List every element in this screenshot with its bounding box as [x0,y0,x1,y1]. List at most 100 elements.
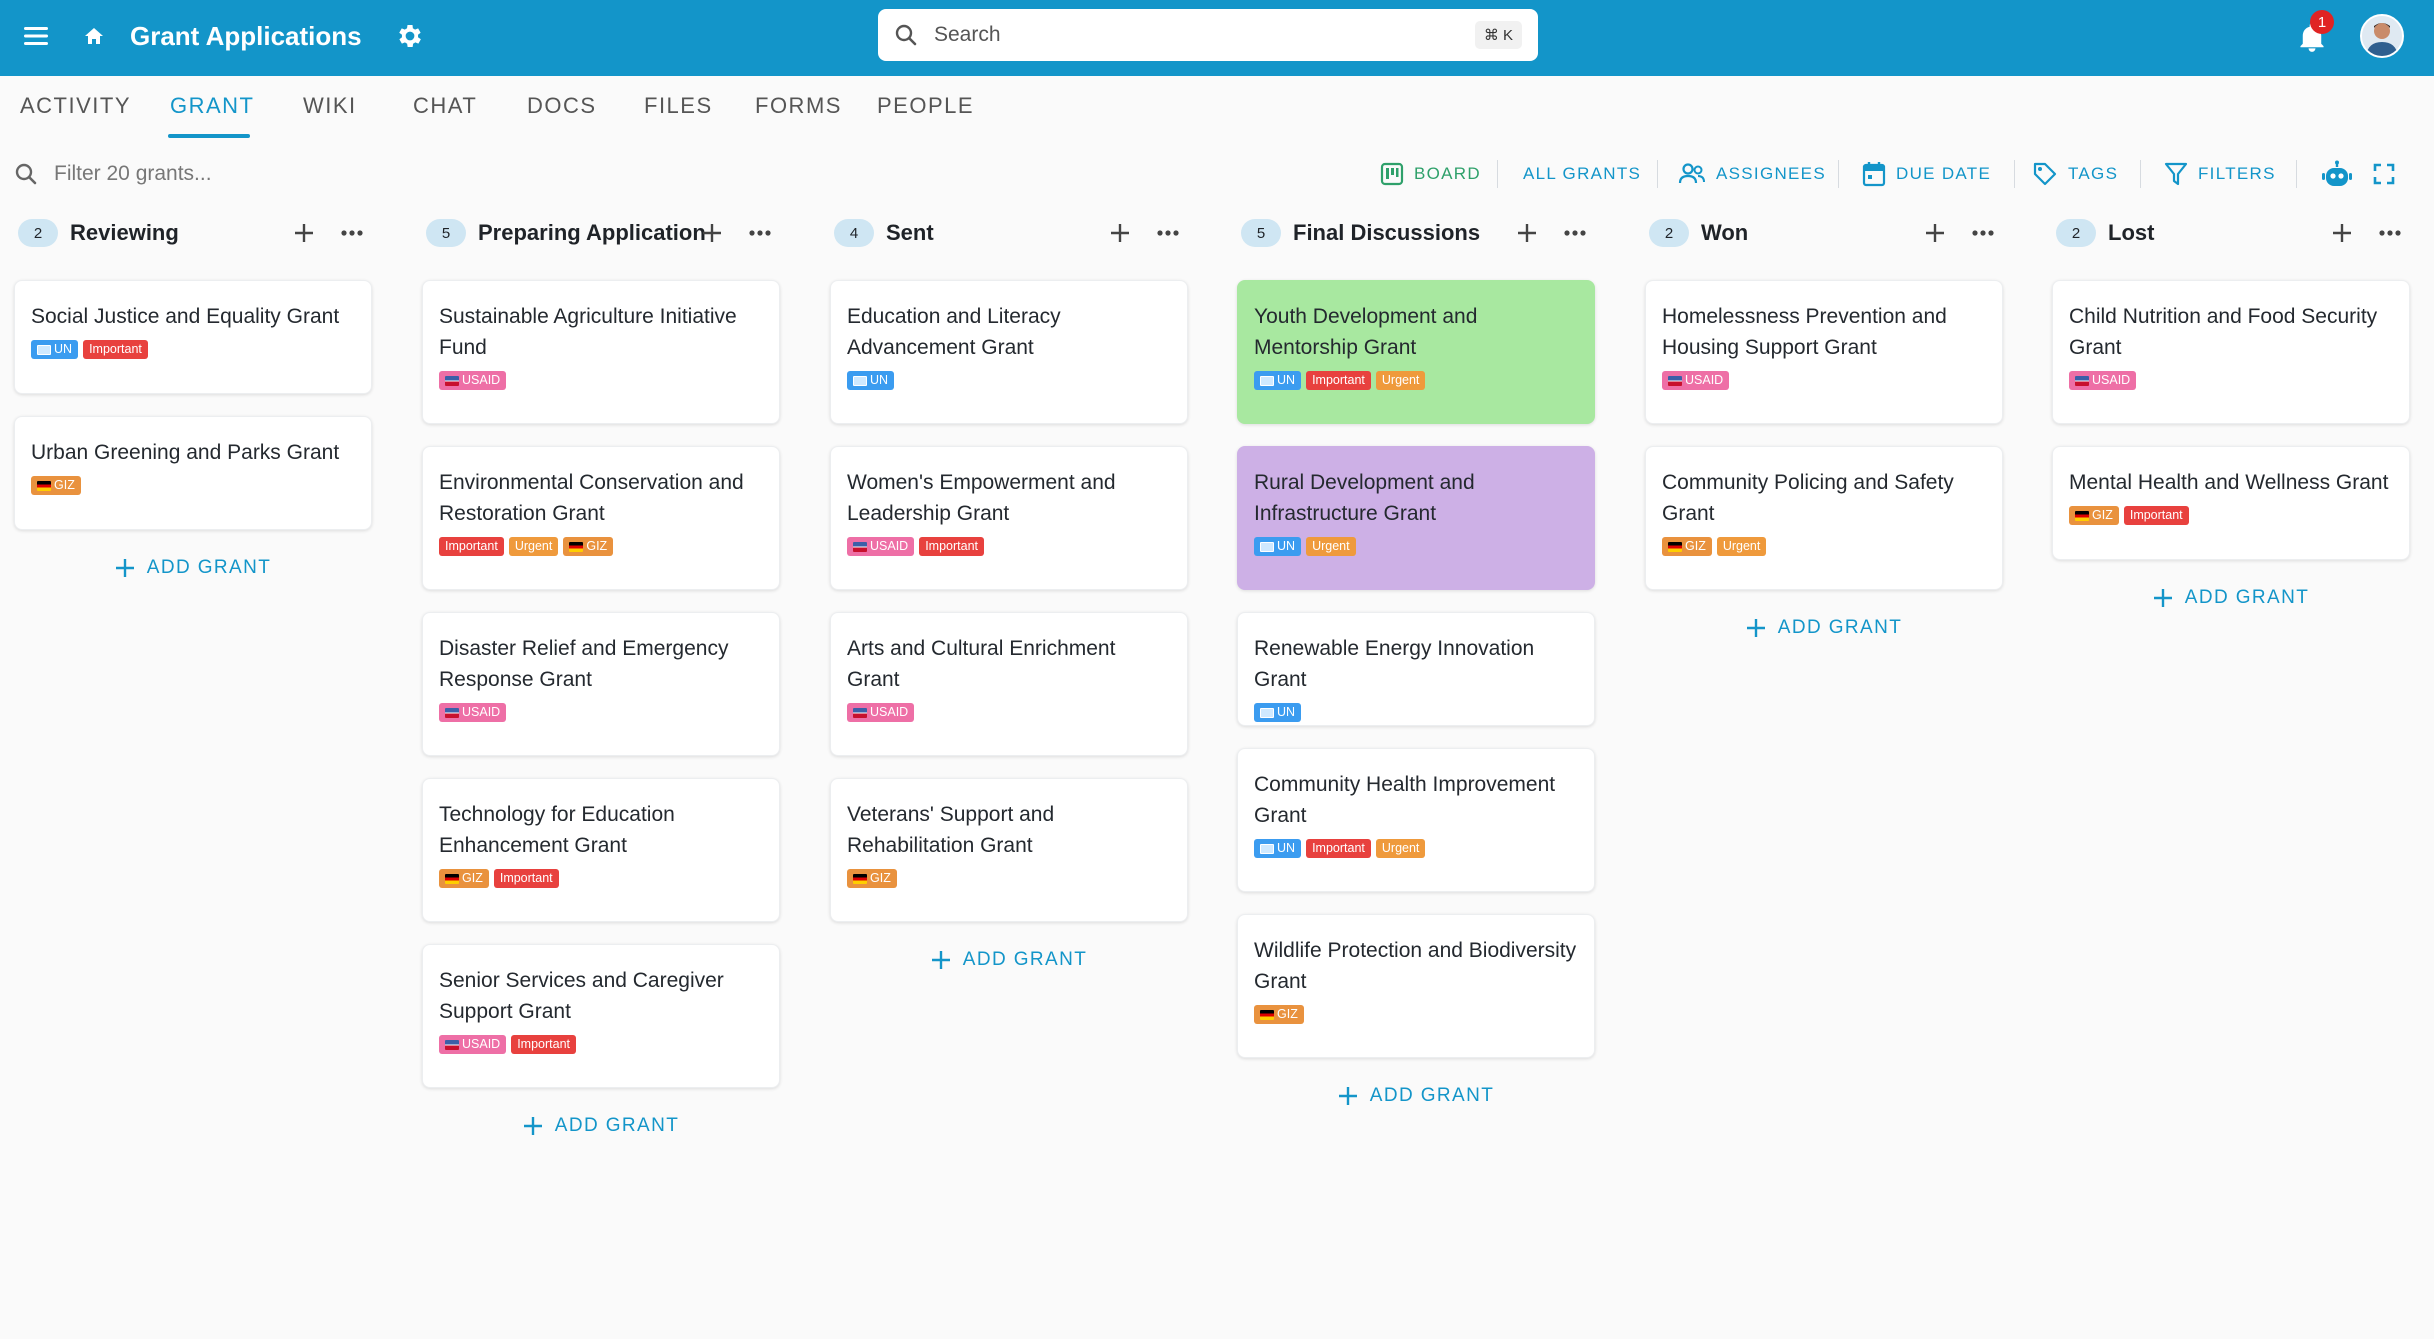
grant-card[interactable]: Arts and Cultural Enrichment Grant USAID [830,612,1188,756]
column-options-button[interactable] [1559,217,1591,249]
grant-card[interactable]: Child Nutrition and Food Security Grant U… [2052,280,2410,424]
grant-card-title: Rural Development and Infrastructure Gra… [1254,471,1475,525]
filter-icon [2164,162,2188,186]
home-button[interactable] [74,16,114,56]
menu-button[interactable] [16,16,56,56]
usaid-flag-icon [445,707,459,718]
tag-badge: USAID [847,703,915,722]
grant-card-title: Wildlife Protection and Biodiversity Gra… [1254,939,1577,993]
notification-count-badge: 1 [2310,10,2334,34]
column-header: 4 Sent [830,212,1188,254]
add-card-button[interactable] [2326,217,2358,249]
tab-grant[interactable]: GRANT [170,76,255,136]
assignees-button[interactable]: ASSIGNEES [1678,156,1826,192]
search-input[interactable] [932,22,1475,48]
grant-card[interactable]: Community Policing and Safety Grant GIZ Ur… [1645,446,2003,590]
grant-filter[interactable] [14,156,414,192]
board-view-button[interactable]: BOARD [1380,156,1481,192]
automation-bot-button[interactable] [2321,156,2353,192]
usaid-flag-icon [853,541,867,552]
tag-badge: UN [1254,839,1302,858]
add-grant-button[interactable]: ADD GRANT [14,548,372,588]
add-card-button[interactable] [288,217,320,249]
grant-card[interactable]: Urban Greening and Parks Grant GIZ [14,416,372,530]
user-avatar[interactable] [2360,14,2404,58]
grant-card[interactable]: Veterans' Support and Rehabilitation Gra… [830,778,1188,922]
column-options-button[interactable] [744,217,776,249]
tag-badge: Urgent [1306,537,1356,556]
grant-card[interactable]: Mental Health and Wellness Grant GIZ Impor… [2052,446,2410,560]
grant-card[interactable]: Senior Services and Caregiver Support Gr… [422,944,780,1088]
grant-card[interactable]: Education and Literacy Advancement Grant… [830,280,1188,424]
add-grant-label: ADD GRANT [554,1115,680,1136]
toolbar-divider [1497,160,1498,188]
grant-card[interactable]: Rural Development and Infrastructure Gra… [1237,446,1595,590]
tag-badge: Important [493,869,559,888]
add-card-button[interactable] [1511,217,1543,249]
tag-label: USAID [870,705,909,719]
add-grant-button[interactable]: ADD GRANT [1237,1076,1595,1116]
grant-card[interactable]: Homelessness Prevention and Housing Supp… [1645,280,2003,424]
un-flag-icon [1260,707,1274,718]
column-title: Preparing Application [478,220,706,245]
add-grant-button[interactable]: ADD GRANT [830,940,1188,980]
grant-card-tags: UN Important Urgent [1254,839,1578,858]
grant-card[interactable]: Renewable Energy Innovation Grant UN [1237,612,1595,726]
tab-chat[interactable]: CHAT [413,76,477,136]
settings-button[interactable] [390,16,430,56]
add-grant-button[interactable]: ADD GRANT [2052,578,2410,618]
tab-forms[interactable]: FORMS [755,76,842,136]
column-options-button[interactable] [1967,217,1999,249]
un-flag-icon [1260,541,1274,552]
global-search[interactable]: ⌘ K [878,9,1538,61]
tag-label: USAID [1685,373,1724,387]
grant-card-tags: GIZ Important [2069,506,2393,525]
grant-card[interactable]: Disaster Relief and Emergency Response G… [422,612,780,756]
grant-card[interactable]: Technology for Education Enhancement Gra… [422,778,780,922]
board-toolbar: BOARD ALL GRANTS ASSIGNEES DUE DATE TAGS [0,142,2434,204]
card-list: Youth Development and Mentorship Grant UN… [1237,280,1595,1058]
column-options-button[interactable] [336,217,368,249]
filter-input[interactable] [52,161,396,187]
tab-files[interactable]: FILES [644,76,713,136]
column-count-badge: 2 [1649,219,1689,247]
tag-label: USAID [462,1037,501,1051]
tab-wiki[interactable]: WIKI [303,76,357,136]
tags-button[interactable]: TAGS [2032,156,2118,192]
plus-icon [1518,224,1536,242]
fullscreen-button[interactable] [2372,156,2396,192]
grant-card-title: Social Justice and Equality Grant [31,305,340,328]
add-card-button[interactable] [1104,217,1136,249]
tag-label: UN [1277,841,1296,855]
grant-card[interactable]: Women's Empowerment and Leadership Grant… [830,446,1188,590]
tag-badge: GIZ [439,869,489,888]
grant-card[interactable]: Sustainable Agriculture Initiative Fund U… [422,280,780,424]
column-options-button[interactable] [1152,217,1184,249]
column-options-button[interactable] [2374,217,2406,249]
all-grants-button[interactable]: ALL GRANTS [1523,156,1641,192]
grant-card-title: Technology for Education Enhancement Gra… [439,803,675,857]
board-column: 5 Preparing Application Sustainable Agricu… [422,212,780,1146]
add-card-button[interactable] [1919,217,1951,249]
tag-label: Important [2129,508,2183,522]
tag-badge: GIZ [1254,1005,1304,1024]
grant-card[interactable]: Community Health Improvement Grant UN Impo… [1237,748,1595,892]
tab-activity[interactable]: ACTIVITY [20,76,131,136]
add-grant-button[interactable]: ADD GRANT [1645,608,2003,648]
due-date-button[interactable]: DUE DATE [1862,156,1991,192]
grant-card[interactable]: Environmental Conservation and Restorati… [422,446,780,590]
grant-card-tags: GIZ Important [439,869,763,888]
tab-docs[interactable]: DOCS [527,76,597,136]
column-title: Won [1701,220,1749,245]
filters-button[interactable]: FILTERS [2164,156,2276,192]
grant-card[interactable]: Youth Development and Mentorship Grant UN… [1237,280,1595,424]
add-card-button[interactable] [696,217,728,249]
tag-label: UN [1277,373,1296,387]
grant-card[interactable]: Wildlife Protection and Biodiversity Gra… [1237,914,1595,1058]
add-grant-button[interactable]: ADD GRANT [422,1106,780,1146]
grant-card[interactable]: Social Justice and Equality Grant UN Impor… [14,280,372,394]
tab-people[interactable]: PEOPLE [877,76,974,136]
grant-card-tags: UN [847,371,1171,390]
grant-card-tags: USAID Important [439,1035,763,1054]
column-title: Sent [886,220,934,245]
